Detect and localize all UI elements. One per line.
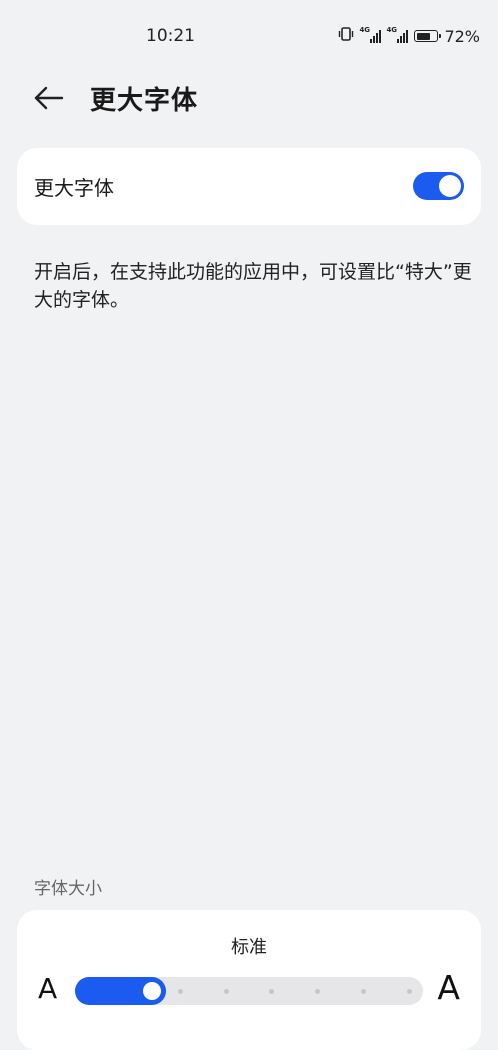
signal-icon: 4G (386, 26, 409, 43)
slider-step-dot (177, 989, 183, 994)
status-icons: 4G 4G 72% (338, 26, 480, 46)
larger-font-toggle-card[interactable]: 更大字体 (17, 148, 481, 225)
status-time: 10:21 (146, 26, 195, 46)
slider-step-dot (269, 989, 275, 994)
slider-step-dot (223, 989, 229, 994)
toggle-label: 更大字体 (34, 176, 114, 200)
section-label-font-size: 字体大小 (34, 879, 102, 899)
battery-percent: 72% (444, 26, 480, 46)
status-bar: 10:21 4G 4G 72% (0, 0, 498, 72)
slider-step-dot (406, 989, 412, 994)
network-type-label: 4G (359, 26, 371, 34)
description-text: 开启后，在支持此功能的应用中，可设置比“特大”更大的字体。 (34, 261, 472, 311)
font-size-value: 标准 (231, 937, 267, 958)
battery-icon (414, 30, 442, 42)
larger-font-switch[interactable] (413, 172, 464, 200)
slider-thumb[interactable] (142, 982, 161, 1000)
slider-step-dot (315, 989, 321, 994)
signal-icon: 4G (359, 26, 382, 43)
slider-step-dot (360, 989, 366, 994)
vibrate-icon (338, 26, 354, 46)
font-size-card: 标准 A A (17, 910, 481, 1050)
back-arrow-icon[interactable] (30, 82, 66, 114)
page-title: 更大字体 (90, 86, 199, 116)
small-a-glyph: A (38, 972, 58, 1005)
switch-knob (439, 175, 461, 197)
network-type-label: 4G (386, 26, 398, 34)
large-a-glyph: A (437, 968, 460, 1007)
font-size-slider[interactable] (75, 977, 423, 1005)
